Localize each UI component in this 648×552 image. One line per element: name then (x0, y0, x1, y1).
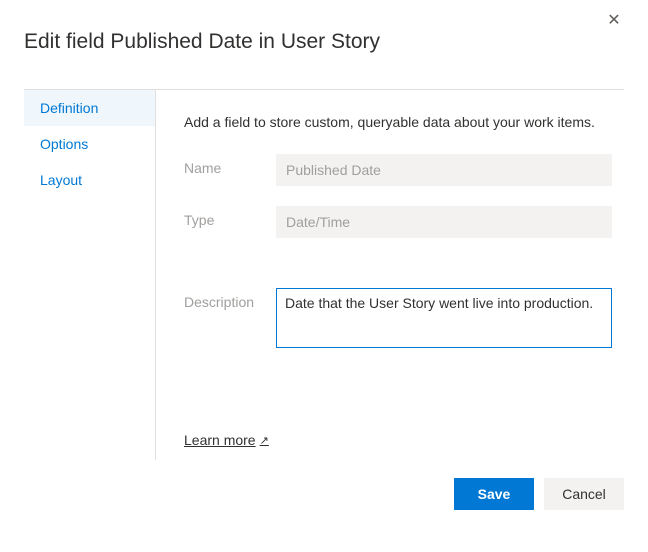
tab-options[interactable]: Options (24, 126, 155, 162)
tab-layout[interactable]: Layout (24, 162, 155, 198)
tab-list: Definition Options Layout (24, 90, 156, 460)
description-input[interactable] (276, 288, 612, 348)
dialog-body: Definition Options Layout Add a field to… (24, 90, 624, 460)
cancel-button[interactable]: Cancel (544, 478, 624, 510)
edit-field-dialog: ✕ Edit field Published Date in User Stor… (0, 0, 648, 552)
field-type: Date/Time (276, 206, 612, 238)
field-name: Published Date (276, 154, 612, 186)
external-link-icon: ↗ (260, 434, 269, 447)
learn-more-text: Learn more (184, 432, 256, 448)
label-description: Description (184, 288, 276, 310)
close-icon[interactable]: ✕ (604, 10, 624, 30)
learn-more-link[interactable]: Learn more ↗ (184, 432, 612, 448)
dialog-title: Edit field Published Date in User Story (24, 30, 624, 54)
label-type: Type (184, 206, 276, 228)
row-name: Name Published Date (184, 154, 612, 186)
dialog-footer: Save Cancel (24, 460, 624, 510)
pane-description: Add a field to store custom, queryable d… (184, 114, 612, 130)
tab-definition[interactable]: Definition (24, 90, 155, 126)
row-description: Description (184, 288, 612, 348)
label-name: Name (184, 154, 276, 176)
definition-pane: Add a field to store custom, queryable d… (156, 90, 624, 460)
row-type: Type Date/Time (184, 206, 612, 238)
save-button[interactable]: Save (454, 478, 534, 510)
